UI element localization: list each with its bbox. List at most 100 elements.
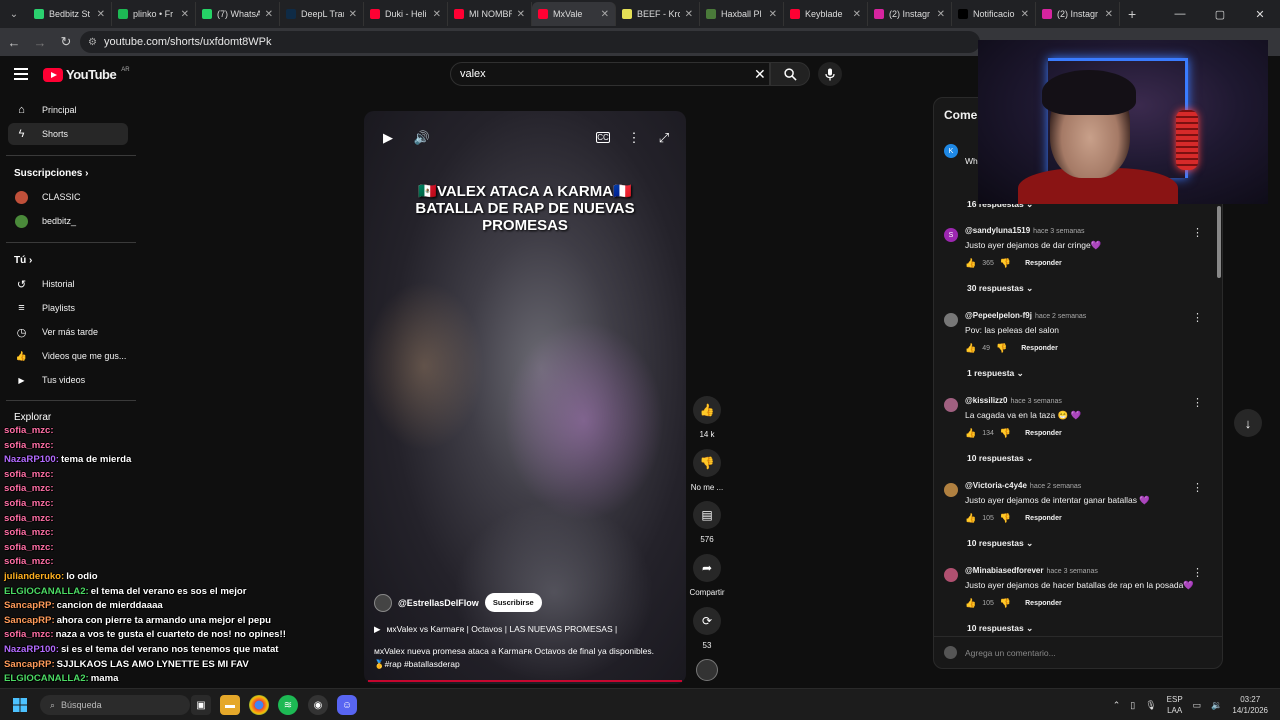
tab-close-icon[interactable]: ✕ (265, 9, 273, 20)
network-icon[interactable]: ▭ (1193, 700, 1202, 711)
input-language[interactable]: ESP LAA (1167, 694, 1183, 716)
browser-tab[interactable]: (2) Instagr ✕ (868, 2, 952, 26)
tab-close-icon[interactable]: ✕ (349, 9, 357, 20)
browser-tab[interactable]: (2) Instagr ✕ (1036, 2, 1120, 26)
browser-tab[interactable]: MxVale ✕ (532, 2, 616, 26)
video-song-link[interactable]: ▶ ᴍxValex vs Karmaꜰʀ | Octavos | LAS NUE… (374, 624, 617, 635)
comment-more-icon[interactable]: ⋮ (1192, 226, 1203, 239)
browser-tab[interactable]: Notificacio ✕ (952, 2, 1036, 26)
comment-more-icon[interactable]: ⋮ (1192, 396, 1203, 409)
browser-tab[interactable]: DeepL Tran ✕ (280, 2, 364, 26)
sidebar-item-playlists[interactable]: ≡ Playlists (8, 297, 128, 319)
reply-button[interactable]: Responder (1025, 260, 1062, 267)
commenter-avatar[interactable] (944, 483, 958, 497)
dislike-icon[interactable]: 👎 (996, 343, 1007, 354)
sidebar-item-your-videos[interactable]: ▶ Tus videos (8, 369, 128, 391)
sidebar-item-liked-videos[interactable]: 👍 Videos que me gus... (8, 345, 128, 367)
comment-more-icon[interactable]: ⋮ (1192, 481, 1203, 494)
commenter-avatar[interactable] (944, 398, 958, 412)
comment-author[interactable]: @Victoria-c4y4e (965, 481, 1027, 490)
replies-toggle[interactable]: 10 respuestas ⌄ (967, 538, 1033, 549)
sidebar-item-bedbitz[interactable]: bedbitz_ (8, 210, 128, 232)
tab-close-icon[interactable]: ✕ (937, 9, 945, 20)
tab-close-icon[interactable]: ✕ (1021, 9, 1029, 20)
search-input[interactable]: valex (450, 62, 770, 86)
like-icon[interactable]: 👍 (965, 598, 976, 609)
like-icon[interactable]: 👍 (693, 396, 721, 424)
comment-author[interactable]: @sandyluna1519 (965, 226, 1030, 235)
browser-tab[interactable]: plinko • Fr ✕ (112, 2, 196, 26)
replies-toggle[interactable]: 10 respuestas ⌄ (967, 623, 1033, 634)
chrome-icon[interactable] (249, 695, 269, 715)
more-options-icon[interactable]: ⋮ (624, 128, 644, 148)
like-icon[interactable]: 👍 (965, 428, 976, 439)
minimize-icon[interactable]: — (1160, 0, 1200, 28)
you-heading[interactable]: Tú › (14, 255, 32, 266)
replies-toggle[interactable]: 10 respuestas ⌄ (967, 453, 1033, 464)
tab-close-icon[interactable]: ✕ (181, 9, 189, 20)
sidebar-item-watch-later[interactable]: ◷ Ver más tarde (8, 321, 128, 343)
guide-menu-icon[interactable] (14, 68, 28, 80)
remix-action[interactable]: ⟳ 53 (682, 607, 732, 650)
youtube-logo[interactable]: YouTube AR (43, 67, 130, 82)
audio-source-thumbnail[interactable] (696, 659, 718, 681)
scroll-down-button[interactable]: ↓ (1234, 409, 1262, 437)
sidebar-item-shorts[interactable]: ϟ Shorts (8, 123, 128, 145)
like-icon[interactable]: 👍 (965, 513, 976, 524)
comment-more-icon[interactable]: ⋮ (1192, 566, 1203, 579)
tab-close-icon[interactable]: ✕ (769, 9, 777, 20)
volume-icon[interactable]: 🔊 (412, 128, 432, 148)
replies-toggle[interactable]: 1 respuesta ⌄ (967, 368, 1024, 379)
file-explorer-icon[interactable]: ▬ (220, 695, 240, 715)
close-window-icon[interactable]: ✕ (1240, 0, 1280, 28)
search-button[interactable] (770, 62, 810, 86)
dislike-icon[interactable]: 👎 (1000, 428, 1011, 439)
share-action[interactable]: ➦ Compartir (682, 554, 732, 597)
sidebar-item-historial[interactable]: ↺ Historial (8, 273, 128, 295)
widgets-icon[interactable]: ▣ (191, 695, 211, 715)
tab-close-icon[interactable]: ✕ (433, 9, 441, 20)
tray-microphone-icon[interactable]: 🎙 (1145, 700, 1156, 711)
windows-start-icon[interactable] (10, 695, 30, 715)
captions-icon[interactable]: CC (596, 132, 610, 143)
url-input[interactable]: ⚙ youtube.com/shorts/uxfdomt8WPk (80, 31, 980, 53)
new-tab-button[interactable]: + (1128, 6, 1136, 22)
back-icon[interactable]: ← (2, 35, 26, 50)
tab-close-icon[interactable]: ✕ (853, 9, 861, 20)
comment-author[interactable]: @Pepeelpelon-f9j (965, 311, 1032, 320)
browser-tab[interactable]: (7) WhatsA ✕ (196, 2, 280, 26)
comment-more-icon[interactable]: ⋮ (1192, 311, 1203, 324)
browser-tab[interactable]: Keyblade ✕ (784, 2, 868, 26)
tab-close-icon[interactable]: ✕ (1105, 9, 1113, 20)
forward-icon[interactable]: → (28, 35, 52, 50)
tab-close-icon[interactable]: ✕ (97, 9, 105, 20)
dislike-icon[interactable]: 👎 (1000, 513, 1011, 524)
reply-button[interactable]: Responder (1025, 600, 1062, 607)
sidebar-item-principal[interactable]: ⌂ Principal (8, 99, 128, 121)
volume-tray-icon[interactable]: 🔉 (1211, 700, 1222, 711)
dislike-icon[interactable]: 👎 (693, 449, 721, 477)
browser-tab[interactable]: MI NOMBR ✕ (448, 2, 532, 26)
subscribe-button[interactable]: Suscribirse (484, 593, 542, 612)
tab-close-icon[interactable]: ✕ (685, 9, 693, 20)
shorts-video-player[interactable]: ▶ 🔊 CC ⋮ ⤢ 🇲🇽VALEX ATACA A KARMA🇫🇷 BATAL… (364, 111, 686, 684)
commenter-avatar[interactable] (944, 313, 958, 327)
reply-button[interactable]: Responder (1025, 515, 1062, 522)
like-icon[interactable]: 👍 (965, 343, 976, 354)
fullscreen-icon[interactable]: ⤢ (654, 128, 674, 148)
dislike-icon[interactable]: 👎 (1000, 598, 1011, 609)
tab-close-icon[interactable]: ✕ (601, 9, 609, 20)
system-clock[interactable]: 03:27 14/1/2026 (1232, 694, 1268, 716)
share-icon[interactable]: ➦ (693, 554, 721, 582)
commenter-avatar[interactable] (944, 568, 958, 582)
replies-toggle[interactable]: 30 respuestas ⌄ (967, 283, 1033, 294)
discord-icon[interactable]: ☺ (337, 695, 357, 715)
reply-button[interactable]: Responder (1025, 430, 1062, 437)
sidebar-item-classic[interactable]: CLASSIC (8, 186, 128, 208)
voice-search-button[interactable] (818, 62, 842, 86)
audio-source-action[interactable] (682, 659, 732, 681)
commenter-avatar[interactable]: K (944, 144, 958, 158)
reply-button[interactable]: Responder (1021, 345, 1058, 352)
obs-icon[interactable]: ◉ (308, 695, 328, 715)
like-action[interactable]: 👍 14 k (682, 396, 732, 439)
